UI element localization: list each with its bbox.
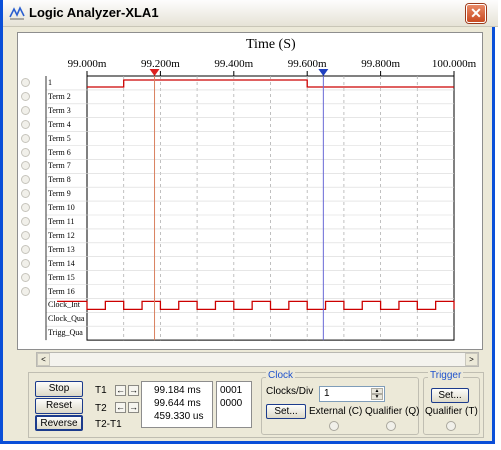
t2-right-button[interactable]: →	[128, 402, 139, 413]
cursor-time-box: 99.184 ms 99.644 ms 459.330 us	[141, 381, 213, 428]
clock-qualifier-terminal[interactable]	[386, 421, 396, 431]
trigger-group-title: Trigger	[428, 370, 464, 381]
t2-time-value: 99.644 ms	[154, 398, 201, 409]
arrow-right-icon: →	[129, 385, 138, 395]
logic-analyzer-window: Logic Analyzer-XLA1 ✕ Time (S) 99.000m 99…	[0, 0, 498, 444]
delta-time-value: 459.330 us	[154, 411, 204, 422]
clocks-div-value: 1	[324, 388, 330, 399]
close-button[interactable]: ✕	[466, 4, 486, 23]
stop-button[interactable]: Stop	[35, 381, 83, 397]
chevron-left-icon: <	[41, 355, 46, 364]
title-bar[interactable]: Logic Analyzer-XLA1 ✕	[3, 0, 498, 27]
logic-analyzer-icon	[9, 6, 25, 20]
cursor-2-handle	[318, 69, 329, 76]
clock-group: Clock Clocks/Div 1 ▲ ▼ Set... External (…	[261, 370, 420, 435]
arrow-right-icon: →	[129, 402, 138, 412]
trigger-qualifier-terminal[interactable]	[446, 421, 456, 431]
clock-qualifier-label: Qualifier (Q)	[365, 406, 420, 417]
horizontal-scrollbar[interactable]: < >	[36, 352, 479, 367]
external-clock-terminal[interactable]	[329, 421, 339, 431]
t1-logic-value: 0001	[220, 385, 243, 396]
clock-group-title: Clock	[266, 370, 296, 381]
t1-label: T1	[95, 385, 107, 396]
clocks-div-spinner[interactable]: 1 ▲ ▼	[319, 386, 385, 402]
t1-time-value: 99.184 ms	[154, 385, 201, 396]
scroll-left-button[interactable]: <	[37, 353, 50, 366]
trigger-group: Trigger Set... Qualifier (T)	[423, 370, 480, 435]
t2-left-button[interactable]: ←	[115, 402, 126, 413]
close-icon: ✕	[470, 5, 482, 21]
arrow-left-icon: ←	[116, 402, 125, 412]
t1-right-button[interactable]: →	[128, 385, 139, 396]
reverse-button[interactable]: Reverse	[35, 415, 83, 431]
trigger-set-button[interactable]: Set...	[431, 388, 469, 403]
clocks-div-label: Clocks/Div	[266, 386, 314, 397]
reset-button[interactable]: Reset	[35, 398, 83, 414]
external-clock-label: External (C)	[309, 406, 363, 417]
t2-label: T2	[95, 403, 107, 414]
cursor-1-handle	[149, 69, 160, 76]
clock-set-button[interactable]: Set...	[266, 404, 306, 419]
t1-left-button[interactable]: ←	[115, 385, 126, 396]
trigger-qualifier-label: Qualifier (T)	[425, 406, 478, 417]
clock-int-trace	[57, 300, 455, 311]
t2-t1-label: T2-T1	[95, 419, 122, 430]
window-title: Logic Analyzer-XLA1	[29, 5, 159, 20]
t2-logic-value: 0000	[220, 398, 243, 409]
cursor-value-box: 0001 0000	[216, 381, 252, 428]
chevron-right-icon: >	[469, 355, 474, 364]
spin-down-icon[interactable]: ▼	[371, 394, 383, 400]
control-panel: Stop Reset Reverse T1 T2 T2-T1 ← → ← → 9…	[28, 370, 484, 438]
scroll-right-button[interactable]: >	[465, 353, 478, 366]
timing-diagram[interactable]	[18, 33, 482, 349]
arrow-left-icon: ←	[116, 385, 125, 395]
plot-panel: Time (S) 99.000m 99.200m 99.400m 99.600m 99.…	[17, 32, 483, 350]
